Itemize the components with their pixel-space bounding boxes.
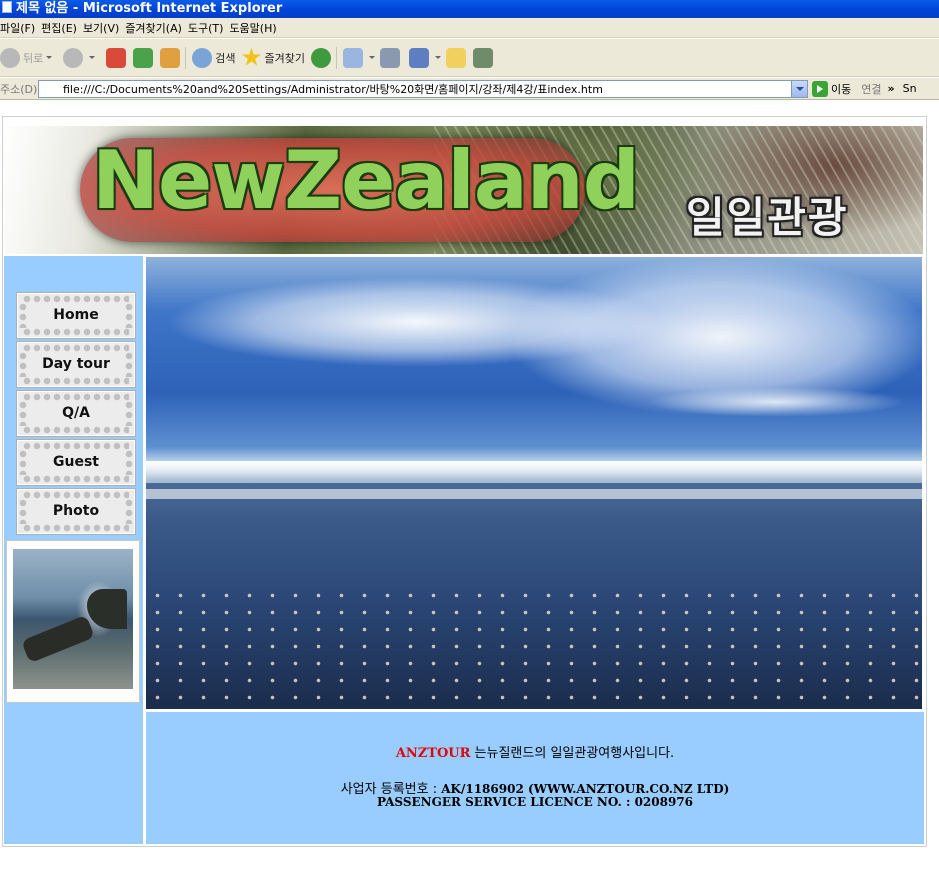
menu-tools[interactable]: 도구(T) bbox=[188, 20, 230, 36]
menu-help[interactable]: 도움말(H) bbox=[229, 20, 282, 36]
nav-button-photo[interactable]: Photo bbox=[16, 488, 136, 535]
nav-label: Photo bbox=[52, 503, 100, 519]
links-chevron-icon[interactable]: » bbox=[888, 82, 895, 95]
footer-licence: PASSENGER SERVICE LICENCE NO. : 0208976 bbox=[376, 795, 694, 809]
footer-intro: ANZTOUR 는뉴질랜드의 일일관광여행사입니다. bbox=[146, 742, 924, 761]
edit-dropdown-icon[interactable] bbox=[434, 56, 441, 59]
forward-arrow-icon bbox=[63, 47, 84, 68]
back-button[interactable]: 뒤로 bbox=[0, 47, 57, 68]
nav-label: Guest bbox=[53, 454, 99, 470]
banner-title: NewZealand bbox=[92, 134, 640, 227]
toolbar-separator bbox=[335, 46, 337, 69]
back-arrow-icon bbox=[0, 47, 20, 68]
snagit-button[interactable]: Sn bbox=[903, 82, 917, 95]
sidebar-photo bbox=[6, 540, 140, 703]
search-button[interactable]: 검색 bbox=[192, 47, 236, 68]
links-label[interactable]: 연결 bbox=[861, 81, 881, 97]
main-beach-image bbox=[146, 257, 922, 709]
nav-label: Home bbox=[53, 307, 99, 323]
file-page-icon bbox=[43, 82, 57, 96]
menu-edit[interactable]: 편집(E) bbox=[41, 20, 83, 36]
address-field[interactable] bbox=[38, 79, 808, 98]
mail-dropdown-icon[interactable] bbox=[368, 56, 375, 59]
favorites-button[interactable]: 즐겨찾기 bbox=[241, 47, 305, 68]
star-icon bbox=[241, 47, 262, 66]
back-dropdown-icon bbox=[46, 56, 53, 59]
banner-subtitle: 일일관광 bbox=[686, 193, 849, 242]
nav-button-home[interactable]: Home bbox=[16, 292, 136, 339]
window-title-bar: 제목 없음 - Microsoft Internet Explorer bbox=[0, 0, 939, 18]
research-icon[interactable] bbox=[472, 47, 493, 68]
nav-button-day-tour[interactable]: Day tour bbox=[16, 341, 136, 388]
address-bar: 주소(D) 이동 연결 » Sn bbox=[0, 78, 939, 100]
go-button[interactable]: 이동 bbox=[812, 80, 851, 97]
search-icon bbox=[192, 47, 213, 68]
header-banner: NewZealand 일일관광 bbox=[4, 126, 923, 254]
address-dropdown-icon[interactable] bbox=[791, 80, 807, 97]
address-label: 주소(D) bbox=[0, 82, 38, 96]
menu-file[interactable]: 파일(F) bbox=[0, 20, 41, 36]
ie-page-icon bbox=[2, 1, 12, 13]
refresh-icon[interactable] bbox=[133, 47, 154, 68]
edit-icon[interactable] bbox=[408, 47, 429, 68]
history-icon[interactable] bbox=[310, 47, 331, 68]
footer-brand: ANZTOUR bbox=[395, 746, 471, 761]
mail-icon[interactable] bbox=[342, 47, 363, 68]
nav-label: Q/A bbox=[62, 405, 90, 421]
footer-intro-text: 는뉴질랜드의 일일관광여행사입니다. bbox=[470, 746, 675, 761]
print-icon[interactable] bbox=[379, 47, 400, 68]
forward-dropdown-icon bbox=[89, 56, 96, 59]
toolbar: 뒤로 검색 즐겨찾기 bbox=[0, 39, 939, 77]
stop-icon[interactable] bbox=[106, 47, 127, 68]
menu-favorites[interactable]: 즐겨찾기(A) bbox=[125, 20, 188, 36]
window-title: 제목 없음 - Microsoft Internet Explorer bbox=[16, 1, 283, 16]
footer-info: ANZTOUR 는뉴질랜드의 일일관광여행사입니다. 사업자 등록번호 : AK… bbox=[146, 712, 924, 844]
address-input[interactable] bbox=[61, 82, 781, 95]
nav-label: Day tour bbox=[42, 356, 110, 372]
home-icon[interactable] bbox=[160, 47, 181, 68]
toolbar-separator bbox=[185, 46, 187, 69]
nav-button-guest[interactable]: Guest bbox=[16, 439, 136, 486]
footer-registration-number: AK/1186902 (WWW.ANZTOUR.CO.NZ LTD) bbox=[441, 782, 730, 796]
menu-view[interactable]: 보기(V) bbox=[83, 20, 125, 36]
go-arrow-icon bbox=[812, 80, 828, 97]
folder-icon[interactable] bbox=[445, 47, 466, 68]
nav-button-qa[interactable]: Q/A bbox=[16, 390, 136, 437]
menu-bar: 파일(F) 편집(E) 보기(V) 즐겨찾기(A) 도구(T) 도움말(H) bbox=[0, 18, 939, 38]
forward-button[interactable] bbox=[63, 47, 100, 68]
coast-rock-image bbox=[13, 549, 133, 689]
